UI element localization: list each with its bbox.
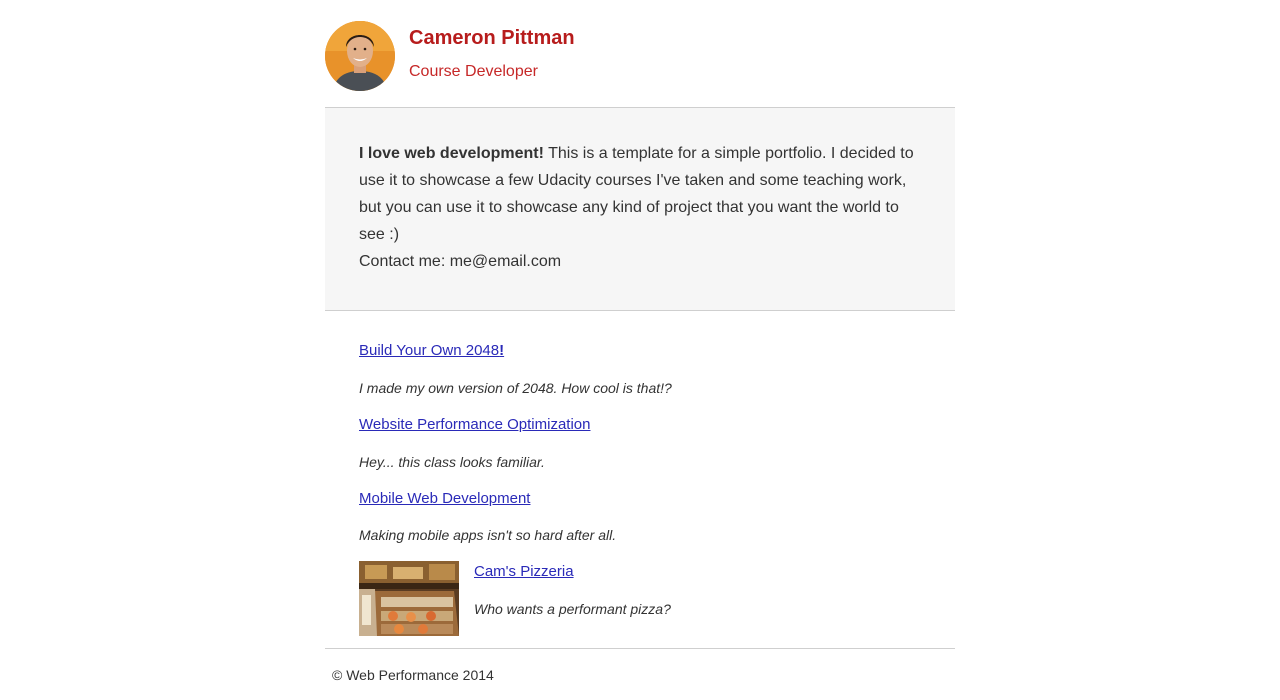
project-link-mobile-web[interactable]: Mobile Web Development <box>359 490 530 508</box>
copyright-text: © Web Performance 2014 <box>332 667 494 683</box>
profile-role: Course Developer <box>409 63 538 80</box>
project-desc-pizzeria: Who wants a performant pizza? <box>474 601 671 617</box>
projects-section: Build Your Own 2048! I made my own versi… <box>325 311 955 649</box>
profile-header: Cameron Pittman Course Developer <box>325 0 955 108</box>
profile-avatar <box>325 21 395 91</box>
about-contact: Contact me: me@email.com <box>359 253 562 270</box>
project-desc-mobile-web: Making mobile apps isn't so hard after a… <box>359 527 617 543</box>
project-desc-web-perf: Hey... this class looks familiar. <box>359 454 545 470</box>
page-footer: © Web Performance 2014 <box>325 649 955 699</box>
avatar-photo <box>325 21 395 91</box>
project-link-pizzeria[interactable]: Cam's Pizzeria <box>474 563 574 581</box>
about-intro-bold: I love web development! <box>359 145 544 162</box>
profile-name: Cameron Pittman <box>409 27 575 49</box>
pizzeria-image <box>359 561 459 636</box>
page-container: Cameron Pittman Course Developer I love … <box>325 0 955 699</box>
project-link-2048[interactable]: Build Your Own 2048! <box>359 342 504 360</box>
about-section: I love web development! This is a templa… <box>325 108 955 311</box>
project-desc-2048: I made my own version of 2048. How cool … <box>359 380 672 396</box>
about-intro: I love web development! This is a templa… <box>359 140 921 248</box>
pizzeria-thumbnail[interactable] <box>359 561 459 636</box>
project-link-web-perf[interactable]: Website Performance Optimization <box>359 416 590 434</box>
